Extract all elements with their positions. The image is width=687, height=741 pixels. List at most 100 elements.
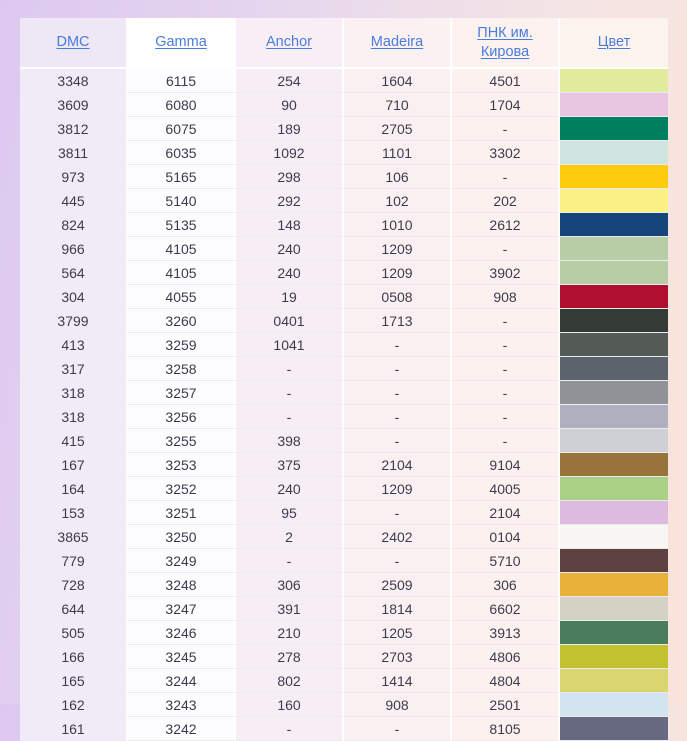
cell-madeira: 2705 — [344, 117, 452, 141]
conversion-table-container: DMC Gamma Anchor Madeira ПНК им. Кирова … — [20, 18, 668, 741]
cell-color — [560, 141, 668, 165]
cell-color — [560, 549, 668, 573]
cell-dmc: 3812 — [20, 117, 128, 141]
column-header-gamma-link[interactable]: Gamma — [155, 34, 207, 50]
cell-gamma: 3256 — [128, 405, 236, 429]
cell-dmc: 445 — [20, 189, 128, 213]
cell-madeira: - — [344, 357, 452, 381]
cell-dmc: 167 — [20, 453, 128, 477]
table-row: 445 5140 292 102 202 — [20, 189, 668, 213]
table-header-row: DMC Gamma Anchor Madeira ПНК им. Кирова … — [20, 18, 668, 69]
cell-pnk: 3913 — [452, 621, 560, 645]
cell-pnk: 5710 — [452, 549, 560, 573]
column-header-color[interactable]: Цвет — [560, 18, 668, 69]
cell-gamma: 3257 — [128, 381, 236, 405]
table-row: 564 4105 240 1209 3902 — [20, 261, 668, 285]
cell-pnk: 202 — [452, 189, 560, 213]
cell-gamma: 5165 — [128, 165, 236, 189]
cell-anchor: 1092 — [236, 141, 344, 165]
cell-gamma: 6080 — [128, 93, 236, 117]
column-header-pnk-kirova-link[interactable]: ПНК им. Кирова — [477, 25, 532, 60]
cell-gamma: 3244 — [128, 669, 236, 693]
column-header-color-link[interactable]: Цвет — [598, 34, 631, 50]
table-row: 304 4055 19 0508 908 — [20, 285, 668, 309]
cell-madeira: 908 — [344, 693, 452, 717]
column-header-dmc-link[interactable]: DMC — [56, 34, 89, 50]
column-header-dmc[interactable]: DMC — [20, 18, 128, 69]
cell-color — [560, 693, 668, 717]
cell-pnk: - — [452, 429, 560, 453]
table-row: 415 3255 398- - — [20, 429, 668, 453]
cell-color — [560, 333, 668, 357]
cell-pnk: 0104 — [452, 525, 560, 549]
cell-dmc: 413 — [20, 333, 128, 357]
cell-pnk: 306 — [452, 573, 560, 597]
table-row: 164 3252 240 1209 4005 — [20, 477, 668, 501]
cell-dmc: 164 — [20, 477, 128, 501]
cell-madeira: 0508 — [344, 285, 452, 309]
cell-dmc: 3609 — [20, 93, 128, 117]
table-row: 413 3259 1041- - — [20, 333, 668, 357]
table-row: 728 3248 306 2509 306 — [20, 573, 668, 597]
cell-gamma: 3255 — [128, 429, 236, 453]
cell-pnk: 9104 — [452, 453, 560, 477]
cell-anchor: 189 — [236, 117, 344, 141]
cell-color — [560, 69, 668, 93]
cell-gamma: 3253 — [128, 453, 236, 477]
color-swatch — [560, 645, 668, 668]
cell-anchor: 254 — [236, 69, 344, 93]
cell-madeira: 1713 — [344, 309, 452, 333]
cell-anchor: 90 — [236, 93, 344, 117]
column-header-anchor-link[interactable]: Anchor — [266, 34, 312, 50]
column-header-pnk-kirova[interactable]: ПНК им. Кирова — [452, 18, 560, 69]
thread-conversion-table: DMC Gamma Anchor Madeira ПНК им. Кирова … — [20, 18, 668, 741]
cell-madeira: 1414 — [344, 669, 452, 693]
cell-anchor: 210 — [236, 621, 344, 645]
table-row: 3865 3250 2 2402 0104 — [20, 525, 668, 549]
color-swatch — [560, 717, 668, 740]
column-header-madeira[interactable]: Madeira — [344, 18, 452, 69]
cell-madeira: 2509 — [344, 573, 452, 597]
table-row: 153 3251 95-2104 — [20, 501, 668, 525]
table-row: 3811 6035 1092 1101 3302 — [20, 141, 668, 165]
table-row: 3799 3260 0401 1713- — [20, 309, 668, 333]
cell-gamma: 6075 — [128, 117, 236, 141]
cell-gamma: 3245 — [128, 645, 236, 669]
color-swatch — [560, 69, 668, 92]
cell-madeira: 1101 — [344, 141, 452, 165]
cell-gamma: 5135 — [128, 213, 236, 237]
table-row: 505 3246 210 1205 3913 — [20, 621, 668, 645]
cell-gamma: 3246 — [128, 621, 236, 645]
cell-pnk: 3902 — [452, 261, 560, 285]
cell-color — [560, 669, 668, 693]
color-swatch — [560, 669, 668, 692]
color-swatch — [560, 285, 668, 308]
column-header-madeira-link[interactable]: Madeira — [371, 34, 423, 50]
cell-pnk: - — [452, 381, 560, 405]
cell-color — [560, 381, 668, 405]
cell-color — [560, 237, 668, 261]
table-row: 162 3243 160 908 2501 — [20, 693, 668, 717]
column-header-anchor[interactable]: Anchor — [236, 18, 344, 69]
cell-dmc: 166 — [20, 645, 128, 669]
cell-pnk: 2104 — [452, 501, 560, 525]
cell-pnk: 2612 — [452, 213, 560, 237]
cell-color — [560, 597, 668, 621]
cell-color — [560, 117, 668, 141]
cell-madeira: - — [344, 381, 452, 405]
color-swatch — [560, 501, 668, 524]
table-row: 318 3257- - - — [20, 381, 668, 405]
cell-madeira: 1205 — [344, 621, 452, 645]
cell-dmc: 728 — [20, 573, 128, 597]
cell-anchor: 2 — [236, 525, 344, 549]
cell-pnk: 1704 — [452, 93, 560, 117]
cell-anchor: - — [236, 381, 344, 405]
cell-gamma: 3247 — [128, 597, 236, 621]
cell-madeira: 1209 — [344, 261, 452, 285]
cell-pnk: 3302 — [452, 141, 560, 165]
cell-gamma: 3249 — [128, 549, 236, 573]
cell-madeira: 1814 — [344, 597, 452, 621]
cell-madeira: 710 — [344, 93, 452, 117]
color-swatch — [560, 573, 668, 596]
column-header-gamma[interactable]: Gamma — [128, 18, 236, 69]
